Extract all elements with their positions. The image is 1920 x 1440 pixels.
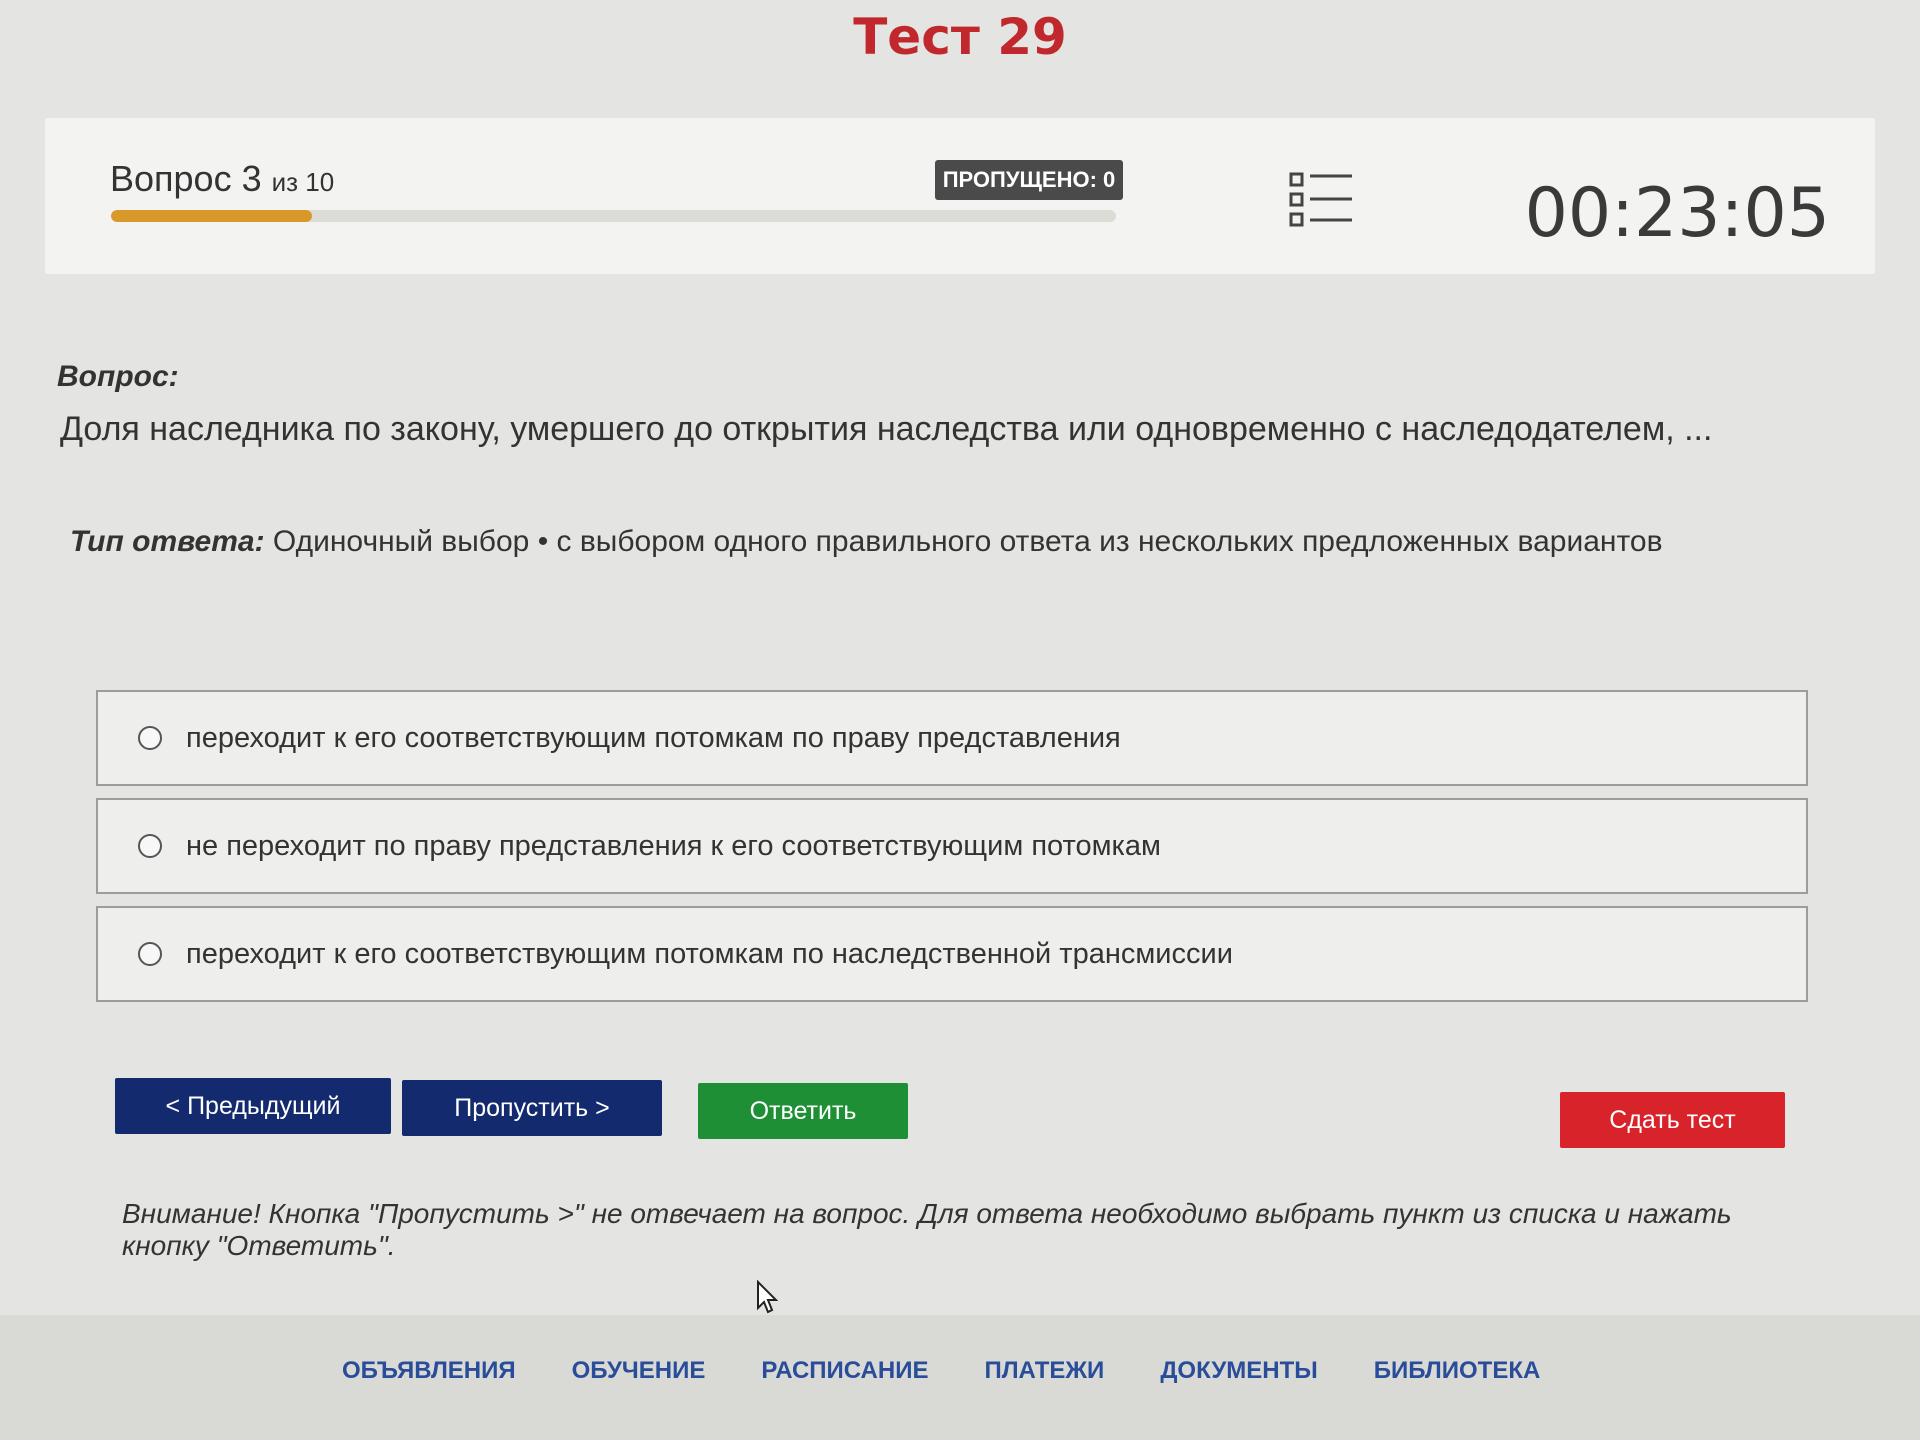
footer-link-payments[interactable]: ПЛАТЕЖИ bbox=[984, 1357, 1104, 1385]
answer-option-3[interactable]: переходит к его соответствующим потомкам… bbox=[96, 906, 1808, 1002]
radio-button[interactable] bbox=[138, 726, 162, 750]
footer-link-learning[interactable]: ОБУЧЕНИЕ bbox=[572, 1357, 706, 1385]
footer-link-library[interactable]: БИБЛИОТЕКА bbox=[1374, 1357, 1541, 1385]
answer-type-value: Одиночный выбор • с выбором одного прави… bbox=[272, 525, 1663, 558]
skipped-badge: ПРОПУЩЕНО: 0 bbox=[935, 160, 1123, 200]
submit-test-button[interactable]: Сдать тест bbox=[1560, 1092, 1785, 1148]
answer-option-label: переходит к его соответствующим потомкам… bbox=[186, 721, 1121, 754]
question-text: Доля наследника по закону, умершего до о… bbox=[60, 410, 1713, 448]
answer-button[interactable]: Ответить bbox=[698, 1083, 908, 1139]
progress-fill bbox=[111, 210, 312, 222]
mouse-cursor-icon bbox=[756, 1279, 779, 1314]
footer: ОБЪЯВЛЕНИЯ ОБУЧЕНИЕ РАСПИСАНИЕ ПЛАТЕЖИ Д… bbox=[0, 1315, 1920, 1440]
question-number: Вопрос 3 bbox=[110, 158, 262, 199]
skip-button[interactable]: Пропустить > bbox=[402, 1080, 662, 1136]
question-list-icon[interactable] bbox=[1288, 170, 1354, 230]
question-counter: Вопрос 3 из 10 bbox=[110, 158, 334, 200]
radio-button[interactable] bbox=[138, 942, 162, 966]
question-label: Вопрос: bbox=[57, 360, 179, 393]
answer-option-2[interactable]: не переходит по праву представления к ег… bbox=[96, 798, 1808, 894]
footer-link-documents[interactable]: ДОКУМЕНТЫ bbox=[1160, 1357, 1317, 1385]
status-panel: Вопрос 3 из 10 ПРОПУЩЕНО: 0 00:23:05 bbox=[45, 118, 1875, 274]
footer-link-schedule[interactable]: РАСПИСАНИЕ bbox=[761, 1357, 928, 1385]
question-total: из 10 bbox=[271, 167, 335, 197]
timer: 00:23:05 bbox=[1524, 174, 1830, 253]
page-title: Тест 29 bbox=[853, 8, 1067, 66]
answer-option-1[interactable]: переходит к его соответствующим потомкам… bbox=[96, 690, 1808, 786]
footer-link-announcements[interactable]: ОБЪЯВЛЕНИЯ bbox=[342, 1357, 516, 1385]
previous-button[interactable]: < Предыдущий bbox=[115, 1078, 391, 1134]
answer-option-label: не переходит по праву представления к ег… bbox=[186, 829, 1161, 862]
progress-bar bbox=[111, 210, 1116, 222]
answer-type-label: Тип ответа: bbox=[70, 525, 265, 558]
answer-option-label: переходит к его соответствующим потомкам… bbox=[186, 937, 1233, 970]
answer-type: Тип ответа: Одиночный выбор • с выбором … bbox=[70, 525, 1663, 559]
radio-button[interactable] bbox=[138, 834, 162, 858]
footer-nav: ОБЪЯВЛЕНИЯ ОБУЧЕНИЕ РАСПИСАНИЕ ПЛАТЕЖИ Д… bbox=[342, 1357, 1540, 1385]
warning-text: Внимание! Кнопка "Пропустить >" не отвеч… bbox=[122, 1198, 1732, 1261]
